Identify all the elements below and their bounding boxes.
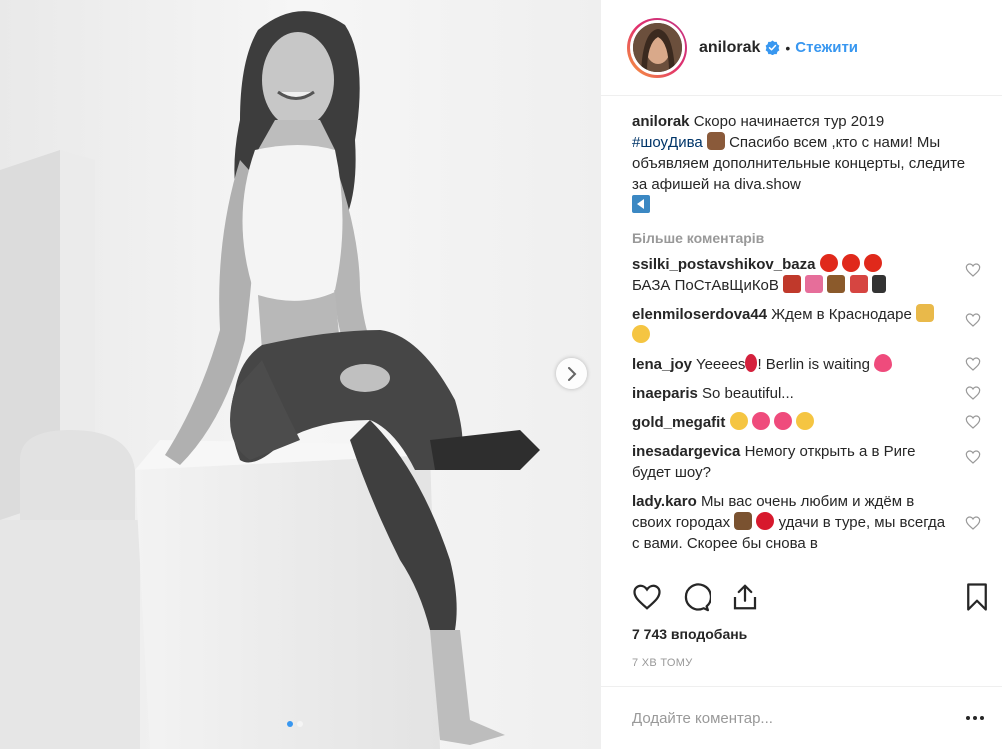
carousel-dot-2	[297, 721, 303, 727]
sparkling-heart-emoji-icon	[751, 412, 770, 430]
comments-list[interactable]: anilorak Скоро начинается тур 2019 #шоуД…	[601, 97, 1002, 573]
comment-text: So beautiful...	[702, 385, 794, 402]
comment-icon[interactable]	[681, 582, 711, 612]
person-emoji-icon	[706, 132, 725, 150]
comment-username[interactable]: ssilki_postavshikov_baza	[632, 256, 815, 273]
carousel-indicator	[287, 721, 303, 727]
red-circle-emoji-icon	[863, 254, 882, 272]
sunglasses-emoji-icon	[796, 412, 815, 430]
comment-username[interactable]: gold_megafit	[632, 414, 725, 431]
more-options-dot	[980, 716, 984, 720]
header-separator: •	[785, 39, 791, 56]
wink-kiss-emoji-icon	[632, 325, 650, 343]
add-comment-input[interactable]	[632, 709, 962, 727]
comment-like-heart-icon[interactable]	[965, 385, 981, 401]
comment-text: Yeeees	[695, 356, 746, 373]
caption-hashtag[interactable]: #шоуДива	[632, 134, 703, 151]
avatar-image	[632, 23, 682, 72]
rose-emoji-icon	[745, 354, 758, 372]
comment-like-heart-icon[interactable]	[965, 414, 981, 430]
comment-like-heart-icon[interactable]	[965, 356, 981, 372]
avatar-story-ring[interactable]	[627, 17, 687, 78]
play-arrow-icon	[632, 195, 650, 213]
comment-item: inesadargevica Немогу открыть а в Риге б…	[632, 441, 983, 483]
tag-emoji-icon	[871, 275, 886, 293]
red-circle-emoji-icon	[819, 254, 838, 272]
post-actions-bar	[632, 582, 992, 614]
sunglasses-emoji-icon	[729, 412, 748, 430]
caption-username[interactable]: anilorak	[632, 113, 690, 130]
dress-emoji-icon	[783, 275, 802, 293]
comment-text: Ждем в Краснодаре	[771, 306, 912, 323]
shirt-emoji-icon	[805, 275, 824, 293]
handbag-emoji-icon	[827, 275, 846, 293]
post-header: anilorak • Стежити	[601, 0, 1002, 96]
more-options-icon[interactable]	[962, 712, 988, 724]
post-timestamp[interactable]: 7 ХВ ТОМУ	[632, 657, 693, 669]
load-more-comments-button[interactable]: Більше коментарів	[632, 230, 983, 246]
comment-text: БАЗА ПоСтАвЩиКоВ	[632, 277, 779, 294]
comment-like-heart-icon[interactable]	[965, 449, 981, 465]
comment-item: ssilki_postavshikov_baza БАЗА ПоСтАвЩиКо…	[632, 254, 983, 296]
woman-emoji-icon	[734, 512, 753, 530]
shoe-emoji-icon	[849, 275, 868, 293]
red-circle-emoji-icon	[841, 254, 860, 272]
verified-badge-icon	[766, 40, 780, 55]
comment-item: inaeparis So beautiful...	[632, 383, 983, 404]
comment-like-heart-icon[interactable]	[965, 262, 981, 278]
comment-username[interactable]: inesadargevica	[632, 443, 740, 460]
post-photo[interactable]	[0, 0, 600, 749]
bookmark-icon[interactable]	[962, 582, 992, 612]
avatar[interactable]	[629, 20, 685, 75]
photo-image	[0, 0, 600, 749]
comment-item: lady.karo Мы вас очень любим и ждём в св…	[632, 491, 983, 554]
comment-item: gold_megafit	[632, 412, 983, 433]
comment-item: lena_joy Yeeees ! Berlin is waiting	[632, 354, 983, 375]
add-comment-bar	[601, 686, 1002, 749]
comment-username[interactable]: inaeparis	[632, 385, 698, 402]
comment-username[interactable]: lena_joy	[632, 356, 692, 373]
more-options-dot	[966, 716, 970, 720]
comment-like-heart-icon[interactable]	[965, 312, 981, 328]
share-icon[interactable]	[730, 582, 760, 612]
comment-username[interactable]: lady.karo	[632, 493, 697, 510]
comment-text: ! Berlin is waiting	[757, 356, 870, 373]
post-details-panel: anilorak • Стежити anilorak Скоро начина…	[600, 0, 1002, 749]
follow-button[interactable]: Стежити	[795, 39, 858, 56]
comment-username[interactable]: elenmiloserdova44	[632, 306, 767, 323]
caption-text-1: Скоро начинается тур 2019	[693, 113, 885, 130]
more-options-dot	[973, 716, 977, 720]
likes-count[interactable]: 7 743 вподобань	[632, 626, 747, 642]
praying-emoji-icon	[915, 304, 934, 322]
comment-item: elenmiloserdova44 Ждем в Краснодаре	[632, 304, 983, 346]
carousel-dot-1	[287, 721, 293, 727]
sparkling-heart-emoji-icon	[773, 412, 792, 430]
heart-icon[interactable]	[632, 582, 662, 612]
chevron-right-icon	[567, 366, 576, 381]
post-caption: anilorak Скоро начинается тур 2019 #шоуД…	[632, 111, 983, 216]
sparkling-heart-emoji-icon	[874, 354, 893, 372]
header-username[interactable]: anilorak	[699, 39, 760, 57]
red-heart-emoji-icon	[756, 512, 775, 530]
carousel-next-button[interactable]	[556, 358, 587, 389]
comment-like-heart-icon[interactable]	[965, 515, 981, 531]
